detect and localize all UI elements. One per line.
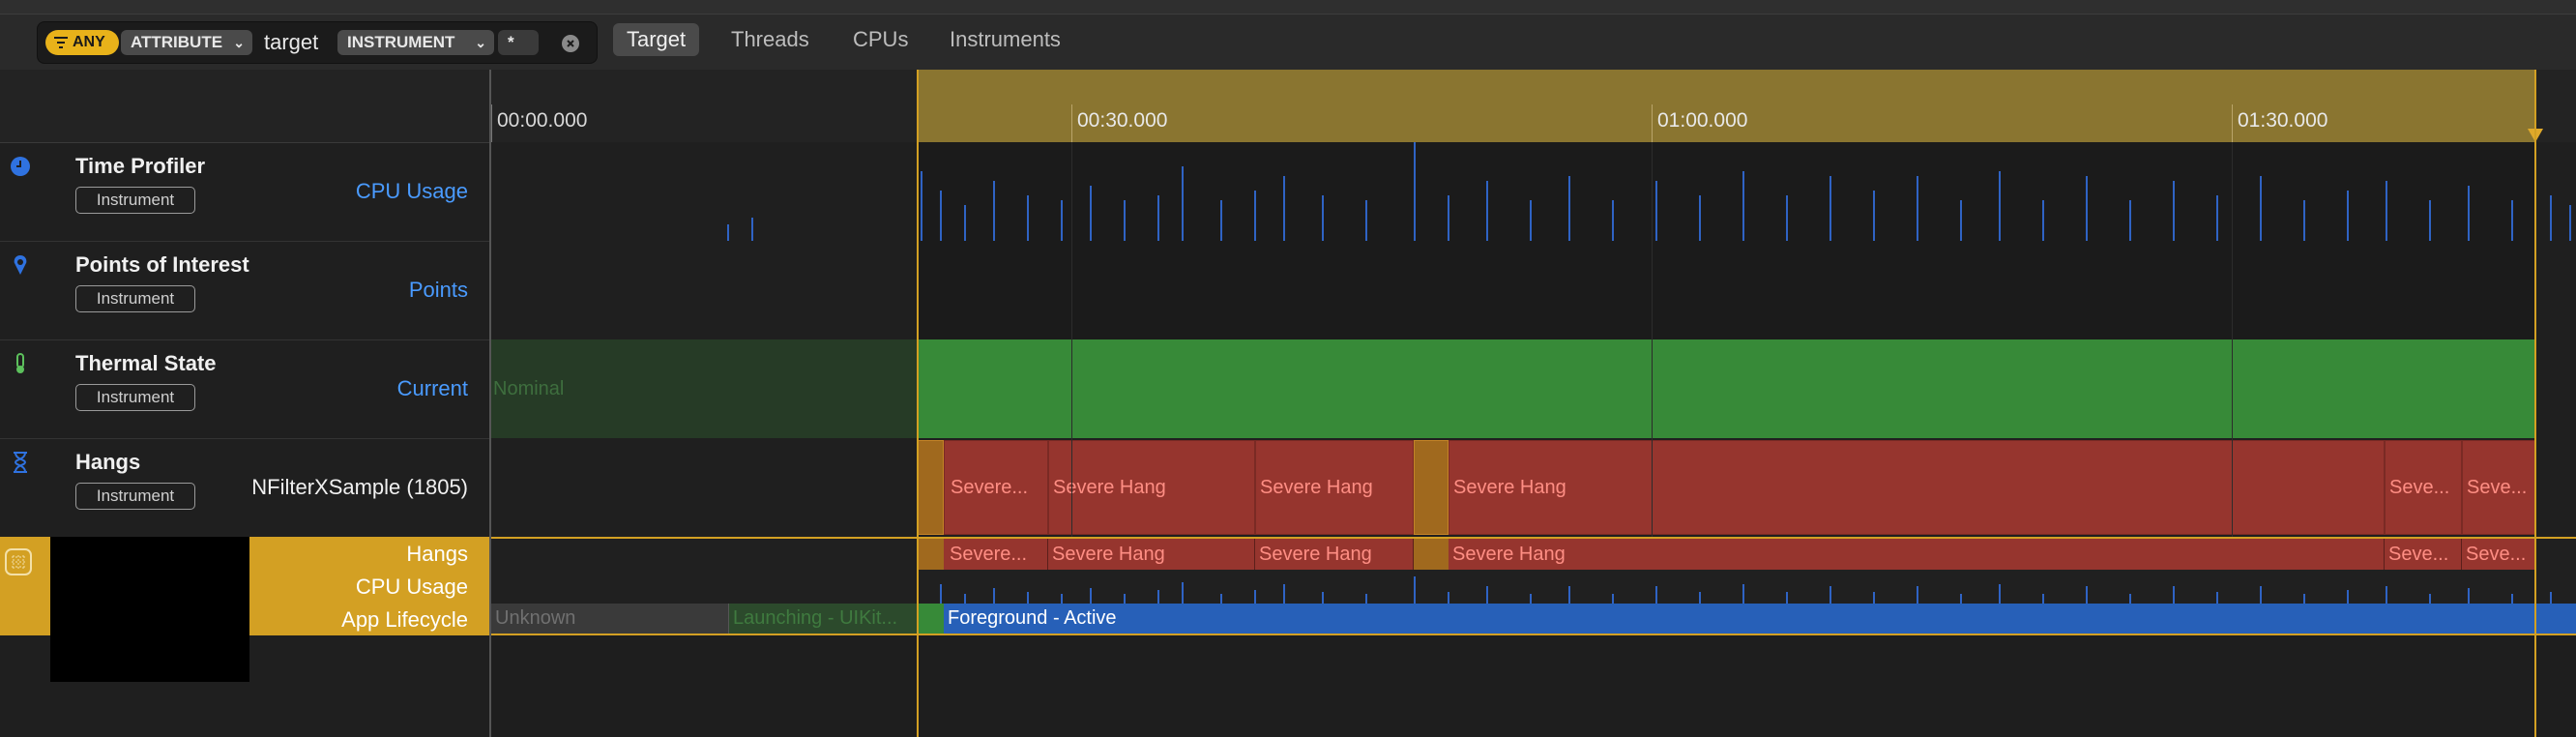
window-edge: [0, 0, 2576, 15]
filter-text-input[interactable]: target: [264, 30, 318, 55]
hang-label: Severe Hang: [1053, 477, 1166, 498]
sub-hang-segment-minor[interactable]: [1414, 539, 1449, 570]
ruler-tick-0: 00:00.000: [497, 109, 588, 132]
hang-label: Severe Hang: [1452, 544, 1566, 565]
hang-label: Seve...: [2389, 477, 2450, 498]
sub-hang-segment[interactable]: Severe Hang: [1048, 539, 1255, 570]
hang-label: Severe...: [951, 477, 1029, 498]
hang-segment-minor[interactable]: [917, 440, 944, 535]
ruler-tick-2: 01:00.000: [1657, 109, 1748, 132]
lifecycle-launching-segment[interactable]: Launching - UIKit...: [729, 604, 917, 634]
track-row-hangs[interactable]: Hangs Instrument NFilterXSample (1805): [0, 438, 491, 538]
gridline: [1071, 142, 1072, 537]
thermal-active-segment[interactable]: [917, 339, 2535, 438]
ruler-tickmark: [1652, 104, 1653, 142]
track-detail-label[interactable]: Current: [397, 376, 468, 401]
clear-filter-icon[interactable]: [562, 35, 579, 52]
wildcard-pill[interactable]: *: [498, 30, 539, 55]
selection-start-line[interactable]: [917, 70, 919, 737]
lifecycle-unknown-label: Unknown: [495, 607, 576, 629]
hang-segment[interactable]: Seve...: [2385, 440, 2462, 535]
thermal-nominal-label: Nominal: [493, 378, 565, 399]
any-label: ANY: [73, 34, 105, 50]
attribute-label: ATTRIBUTE: [131, 33, 223, 51]
track-row-thermal-state[interactable]: Thermal State Instrument Current: [0, 339, 491, 439]
gridline: [1652, 142, 1653, 537]
lifecycle-unknown-segment[interactable]: Unknown: [491, 604, 729, 634]
ruler-tickmark: [1071, 104, 1072, 142]
hang-label: Severe...: [950, 544, 1028, 565]
thermometer-icon: [16, 353, 24, 373]
hang-label: Seve...: [2388, 544, 2449, 565]
sub-cpu-usage-graph: [940, 576, 2552, 604]
ruler-tick-1: 00:30.000: [1077, 109, 1168, 132]
track-title: Hangs: [75, 450, 141, 474]
hang-label: Severe Hang: [1052, 544, 1165, 565]
process-thumbnail: [50, 537, 249, 682]
hang-segment[interactable]: Severe Hang: [1255, 440, 1414, 535]
sub-hang-segment[interactable]: Seve...: [2462, 539, 2535, 570]
track-row-time-profiler[interactable]: Time Profiler Instrument CPU Usage: [0, 142, 491, 242]
ruler-tickmark: [491, 104, 492, 142]
chevron-down-icon: ⌄: [475, 35, 486, 50]
gridline: [2232, 142, 2233, 537]
hang-label: Severe Hang: [1260, 477, 1373, 498]
hang-label: Seve...: [2466, 544, 2527, 565]
clock-icon: [11, 157, 30, 176]
hang-label: Severe Hang: [1453, 477, 1566, 498]
filter-bar[interactable]: ANY ATTRIBUTE ⌄ target INSTRUMENT ⌄ *: [37, 21, 598, 64]
lifecycle-launching-label: Launching - UIKit...: [733, 607, 898, 629]
pin-icon: [14, 255, 27, 275]
lifecycle-launching-selected[interactable]: [917, 604, 944, 634]
hang-segment[interactable]: Severe...: [944, 440, 1048, 535]
hang-segment-minor[interactable]: [1414, 440, 1449, 535]
tab-threads[interactable]: Threads: [717, 23, 823, 56]
cpu-usage-graph: [727, 142, 2571, 241]
app-icon: [5, 548, 32, 575]
hang-segment[interactable]: Severe Hang: [1048, 440, 1255, 535]
track-row-points-of-interest[interactable]: Points of Interest Instrument Points: [0, 241, 491, 340]
tab-cpus[interactable]: CPUs: [839, 23, 922, 56]
hang-label: Severe Hang: [1259, 544, 1372, 565]
subtrack-app-lifecycle-label[interactable]: App Lifecycle: [341, 607, 468, 633]
hang-segment[interactable]: Seve...: [2462, 440, 2535, 535]
track-detail-label[interactable]: CPU Usage: [356, 179, 468, 204]
track-title: Time Profiler: [75, 154, 206, 178]
ruler-tick-3: 01:30.000: [2238, 109, 2328, 132]
instrument-badge: Instrument: [75, 483, 195, 510]
subtrack-cpu-usage-label[interactable]: CPU Usage: [356, 575, 468, 600]
lane-points-selected: [917, 241, 2535, 339]
hang-segment[interactable]: Severe Hang: [1449, 440, 2385, 535]
sub-hang-segment[interactable]: Seve...: [2385, 539, 2462, 570]
track-title: Thermal State: [75, 351, 217, 375]
sub-hang-segment[interactable]: Severe...: [944, 539, 1048, 570]
tab-target[interactable]: Target: [613, 23, 700, 56]
instrument-badge: Instrument: [75, 285, 195, 312]
instrument-badge: Instrument: [75, 384, 195, 411]
track-title: Points of Interest: [75, 252, 249, 277]
sub-hang-segment[interactable]: Severe Hang: [1255, 539, 1414, 570]
filter-icon: [54, 37, 68, 48]
track-detail-label[interactable]: Points: [409, 278, 468, 303]
instrument-label: INSTRUMENT: [347, 33, 455, 51]
wildcard-label: *: [508, 33, 514, 51]
lifecycle-foreground-label: Foreground - Active: [948, 607, 1117, 629]
instrument-badge: Instrument: [75, 187, 195, 214]
attribute-dropdown[interactable]: ATTRIBUTE ⌄: [121, 30, 252, 55]
hourglass-icon: [14, 452, 27, 473]
selection-end-line[interactable]: [2534, 70, 2536, 737]
chevron-down-icon: ⌄: [233, 35, 245, 50]
sub-hang-segment[interactable]: Severe Hang: [1449, 539, 2385, 570]
track-list-header: [0, 70, 489, 143]
instrument-dropdown[interactable]: INSTRUMENT ⌄: [337, 30, 494, 55]
subtrack-hangs-label[interactable]: Hangs: [406, 542, 468, 567]
lifecycle-foreground-segment[interactable]: Foreground - Active: [944, 604, 2576, 634]
ruler-tickmark: [2232, 104, 2233, 142]
track-detail-label[interactable]: NFilterXSample (1805): [251, 475, 468, 500]
tab-instruments[interactable]: Instruments: [936, 23, 1074, 56]
hang-label: Seve...: [2467, 477, 2528, 498]
sub-hang-segment-minor[interactable]: [917, 539, 944, 570]
any-filter-pill[interactable]: ANY: [45, 30, 119, 55]
panel-splitter[interactable]: [489, 70, 491, 737]
